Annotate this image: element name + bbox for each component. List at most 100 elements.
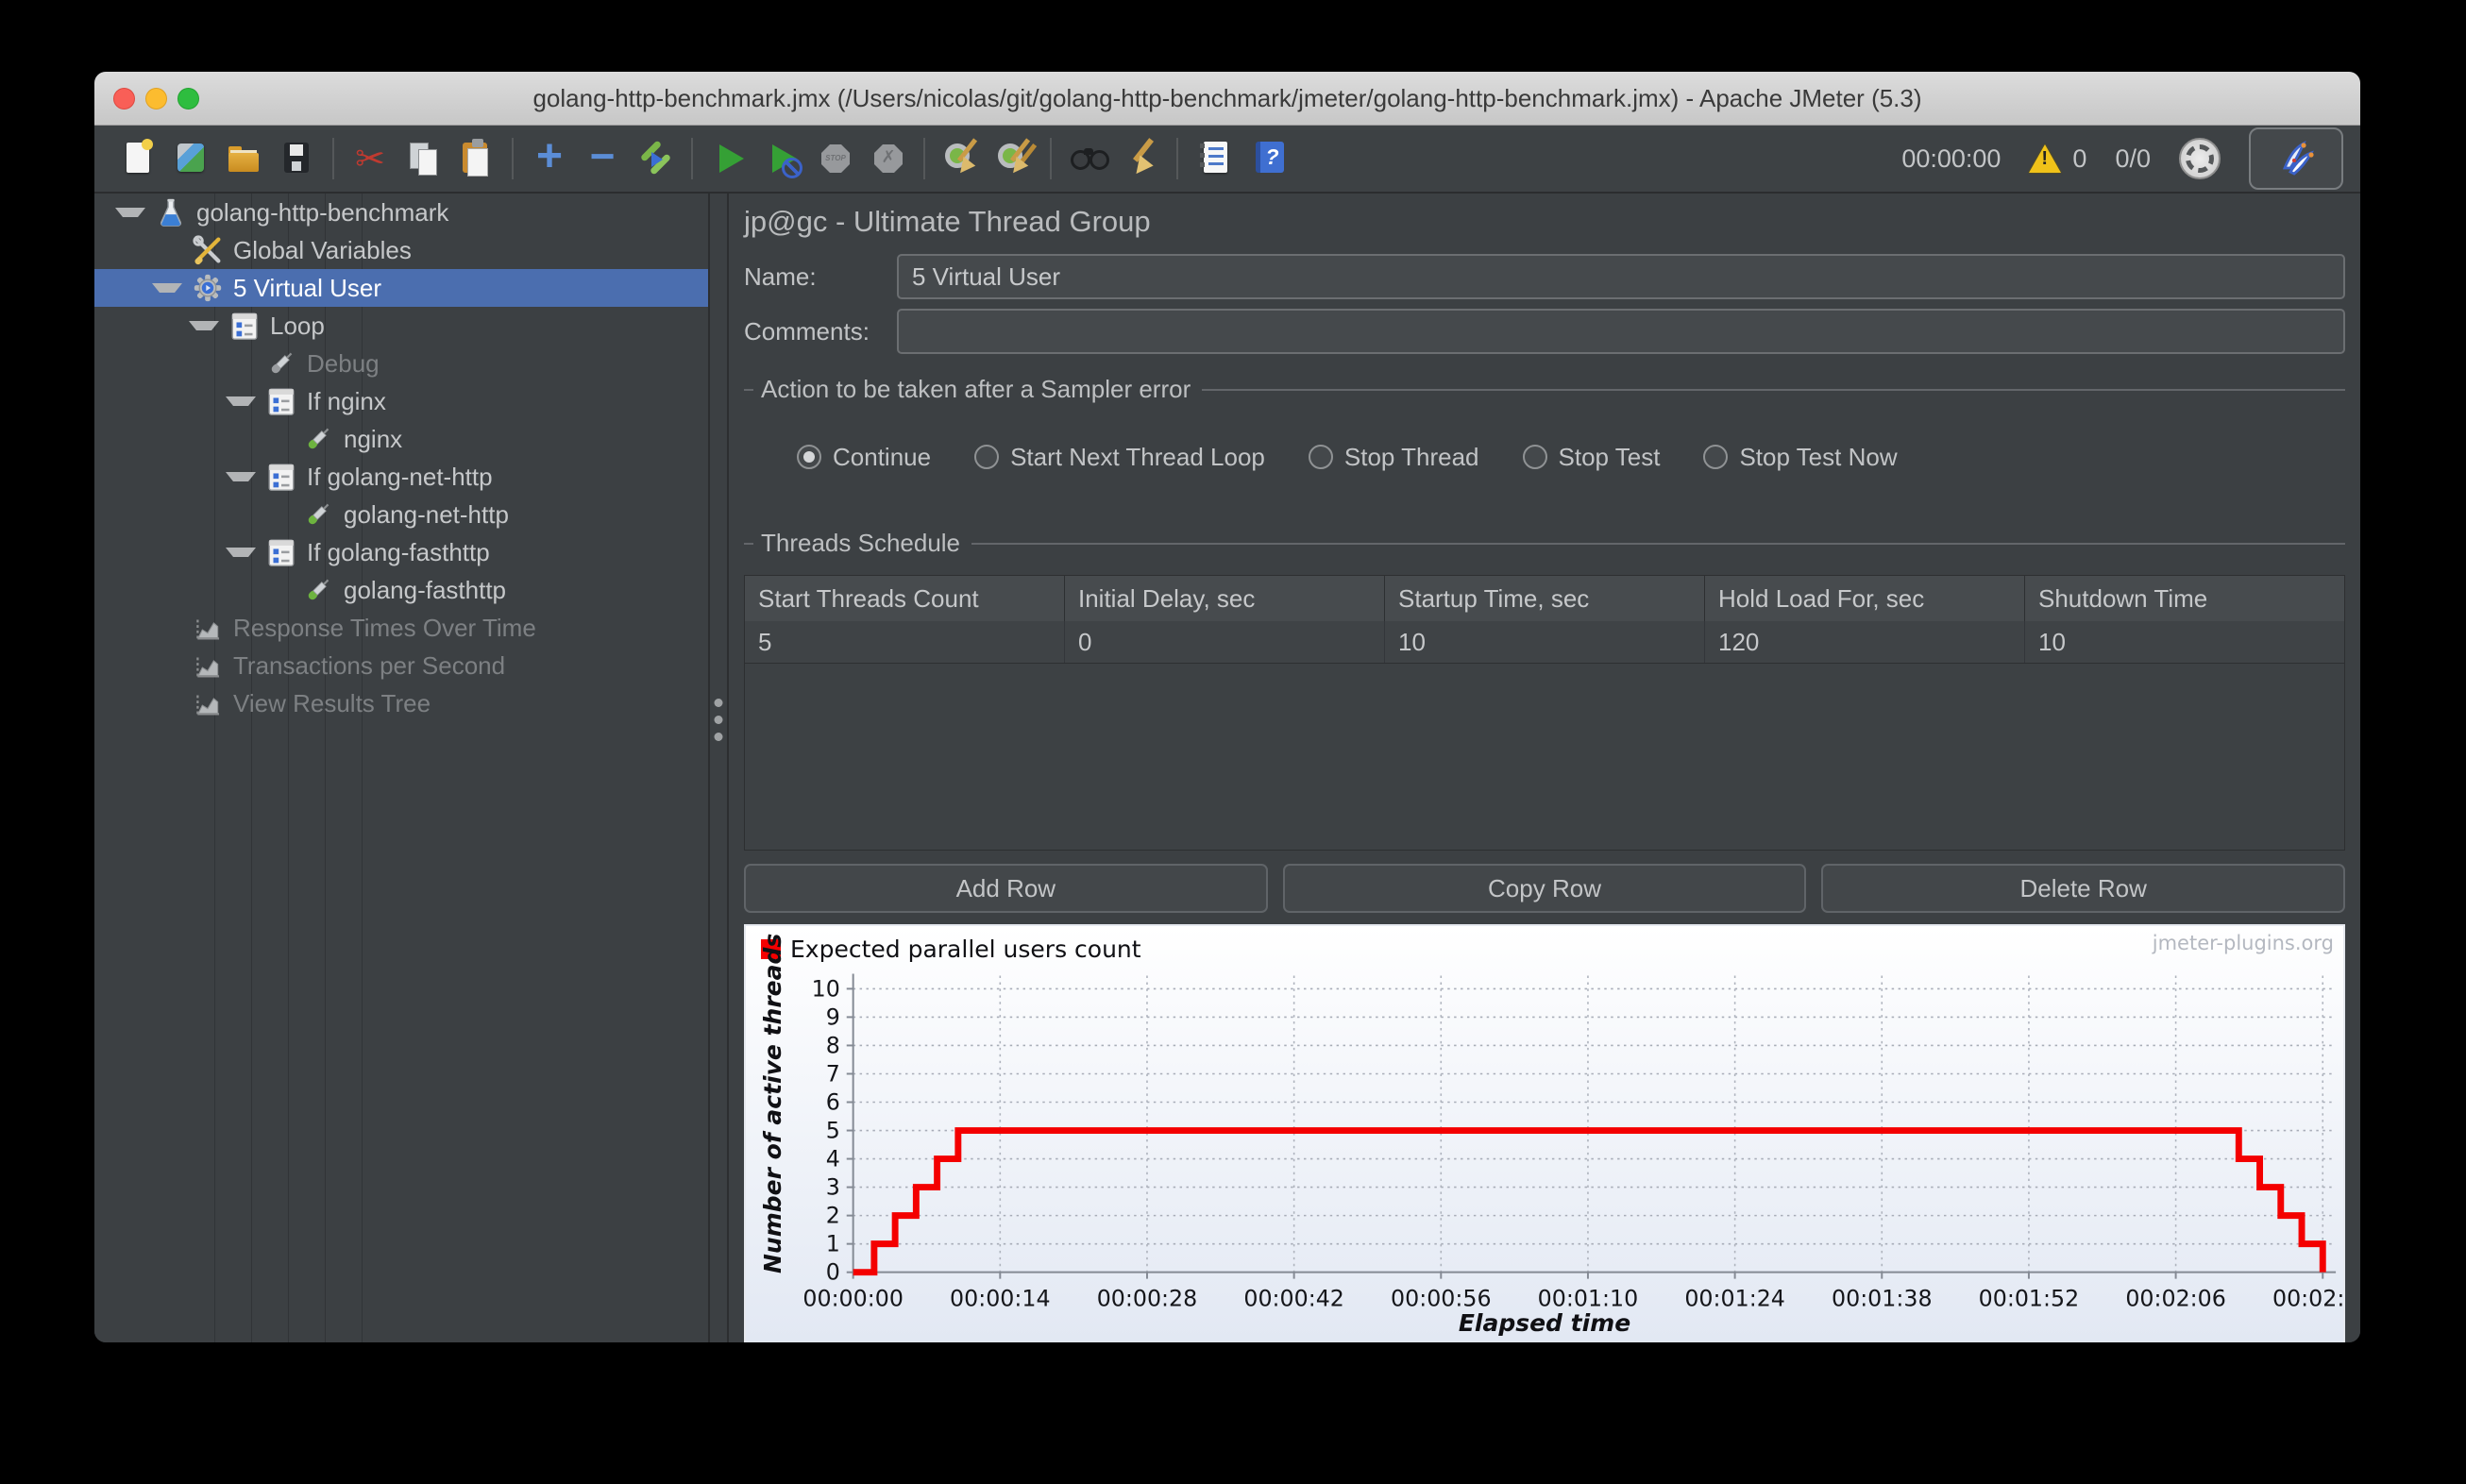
toolbar-separator (1176, 138, 1178, 179)
comments-input[interactable] (897, 309, 2345, 354)
log-warning-indicator[interactable]: 0 (2029, 144, 2086, 174)
threads-schedule-table: Start Threads Count Initial Delay, sec Sta… (744, 575, 2345, 851)
tree-item-golang-http-benchmark[interactable]: golang-http-benchmark (94, 194, 708, 231)
shutdown-icon[interactable] (861, 131, 914, 186)
tree-item-debug[interactable]: Debug (94, 345, 708, 382)
listener-icon (192, 649, 224, 682)
tree-item-label: If golang-fasthttp (307, 537, 490, 566)
expand-arrow-icon[interactable] (152, 283, 182, 293)
tree-item-label: Debug (307, 348, 380, 378)
main-panel: jp@gc - Ultimate Thread Group Name: Comm… (729, 194, 2360, 1342)
update-elements-icon[interactable] (629, 131, 682, 186)
tree-item-if-golang-fasthttp[interactable]: If golang-fasthttp (94, 533, 708, 571)
elapsed-timer: 00:00:00 (1901, 143, 2002, 173)
radio-stop-test-now[interactable]: Stop Test Now (1703, 442, 1898, 472)
svg-text:00:01:52: 00:01:52 (1979, 1285, 2080, 1311)
radio-stop-thread[interactable]: Stop Thread (1308, 443, 1479, 472)
copy-row-button[interactable]: Copy Row (1282, 864, 1807, 913)
remove-icon[interactable] (576, 131, 629, 186)
name-input[interactable] (897, 254, 2345, 299)
tree-item-golang-net-http[interactable]: golang-net-http (94, 496, 708, 533)
help-icon[interactable] (1241, 131, 1293, 186)
radio-circle-icon (1703, 445, 1729, 469)
stop-icon[interactable] (808, 131, 861, 186)
minimize-window-button[interactable] (145, 87, 167, 110)
tree-item-golang-fasthttp[interactable]: golang-fasthttp (94, 571, 708, 609)
svg-text:00:00:14: 00:00:14 (950, 1285, 1051, 1311)
clear-icon[interactable] (935, 131, 988, 186)
tree-item-view-results-tree[interactable]: View Results Tree (94, 684, 708, 722)
table-row: 5 0 10 120 10 (745, 621, 2344, 664)
tree-item-global-variables[interactable]: Global Variables (94, 231, 708, 269)
svg-text:4: 4 (826, 1145, 840, 1172)
table-cell-initial-delay-sec[interactable]: 0 (1065, 621, 1385, 663)
radio-start-next-thread-loop[interactable]: Start Next Thread Loop (974, 443, 1265, 472)
table-buttons-row: Add Row Copy Row Delete Row (744, 864, 2346, 913)
close-window-button[interactable] (113, 87, 135, 110)
warning-count: 0 (2072, 143, 2087, 173)
table-cell-start-threads-count[interactable]: 5 (745, 621, 1065, 663)
tree-item-label: Response Times Over Time (233, 613, 536, 642)
tree-item-5-virtual-user[interactable]: 5 Virtual User (94, 269, 708, 307)
cut-icon[interactable] (344, 131, 397, 186)
radio-continue[interactable]: Continue (797, 443, 931, 472)
listener-icon (192, 612, 224, 644)
table-empty-area (745, 664, 2344, 850)
paste-icon[interactable] (449, 131, 502, 186)
chart-y-axis-label: Number of active threads (759, 933, 786, 1273)
splitter-grip-icon (714, 699, 723, 742)
svg-text:00:02:20: 00:02:20 (2272, 1285, 2343, 1311)
chart-legend: Expected parallel users count (761, 936, 1141, 963)
tree-item-label: golang-http-benchmark (196, 197, 449, 227)
jmeter-window: golang-http-benchmark.jmx (/Users/nicola… (94, 72, 2360, 1342)
open-file-icon[interactable] (217, 131, 270, 186)
start-icon[interactable] (702, 131, 755, 186)
save-icon[interactable] (270, 131, 323, 186)
tree-item-transactions-per-second[interactable]: Transactions per Second (94, 647, 708, 684)
tree-item-response-times-over-time[interactable]: Response Times Over Time (94, 609, 708, 647)
tree-item-if-golang-net-http[interactable]: If golang-net-http (94, 458, 708, 496)
svg-text:2: 2 (826, 1203, 840, 1229)
svg-text:10: 10 (812, 975, 840, 1002)
remote-start-icon[interactable] (2179, 138, 2221, 179)
start-no-pauses-icon[interactable] (755, 131, 808, 186)
jmeter-logo-button[interactable] (2249, 127, 2343, 190)
new-file-icon[interactable] (111, 131, 164, 186)
search-reset-icon[interactable] (1114, 131, 1167, 186)
function-helper-icon[interactable] (1188, 131, 1241, 186)
expand-arrow-icon[interactable] (189, 321, 219, 330)
radio-label: Stop Test (1558, 442, 1661, 471)
sampler-icon (302, 574, 334, 606)
tree-item-label: golang-fasthttp (344, 575, 507, 604)
expand-arrow-icon[interactable] (226, 548, 256, 557)
tree-item-if-nginx[interactable]: If nginx (94, 382, 708, 420)
svg-text:6: 6 (826, 1088, 840, 1115)
chart-plot: 012 345678910 00:00:00 00:00:14 00:00:28 00:0… (802, 973, 2343, 1311)
radio-stop-test[interactable]: Stop Test (1522, 442, 1661, 472)
copy-icon[interactable] (397, 131, 449, 186)
tree-item-nginx[interactable]: nginx (94, 420, 708, 458)
search-icon[interactable] (1061, 131, 1114, 186)
radio-label: Stop Test Now (1739, 442, 1898, 471)
panel-splitter[interactable] (708, 194, 729, 1342)
svg-text:9: 9 (826, 1003, 840, 1030)
clear-all-icon[interactable] (988, 131, 1040, 186)
expand-arrow-icon[interactable] (226, 472, 256, 481)
add-icon[interactable] (523, 131, 576, 186)
table-cell-startup-time-sec[interactable]: 10 (1385, 621, 1705, 663)
expand-arrow-icon[interactable] (226, 396, 256, 406)
threads-schedule-chart: Expected parallel users count jmeter-plu… (744, 924, 2345, 1342)
table-cell-shutdown-time[interactable]: 10 (2025, 621, 2344, 663)
expand-arrow-icon[interactable] (115, 208, 145, 217)
toolbar-separator (332, 138, 334, 179)
add-row-button[interactable]: Add Row (744, 864, 1268, 913)
delete-row-button[interactable]: Delete Row (1821, 864, 2346, 913)
listener-icon (192, 687, 224, 719)
table-cell-hold-load-for-sec[interactable]: 120 (1705, 621, 2025, 663)
radio-circle-icon (797, 445, 821, 469)
svg-text:00:00:42: 00:00:42 (1243, 1285, 1344, 1311)
zoom-window-button[interactable] (177, 87, 199, 110)
templates-icon[interactable] (164, 131, 217, 186)
tree-item-loop[interactable]: Loop (94, 307, 708, 345)
svg-text:1: 1 (826, 1231, 840, 1257)
